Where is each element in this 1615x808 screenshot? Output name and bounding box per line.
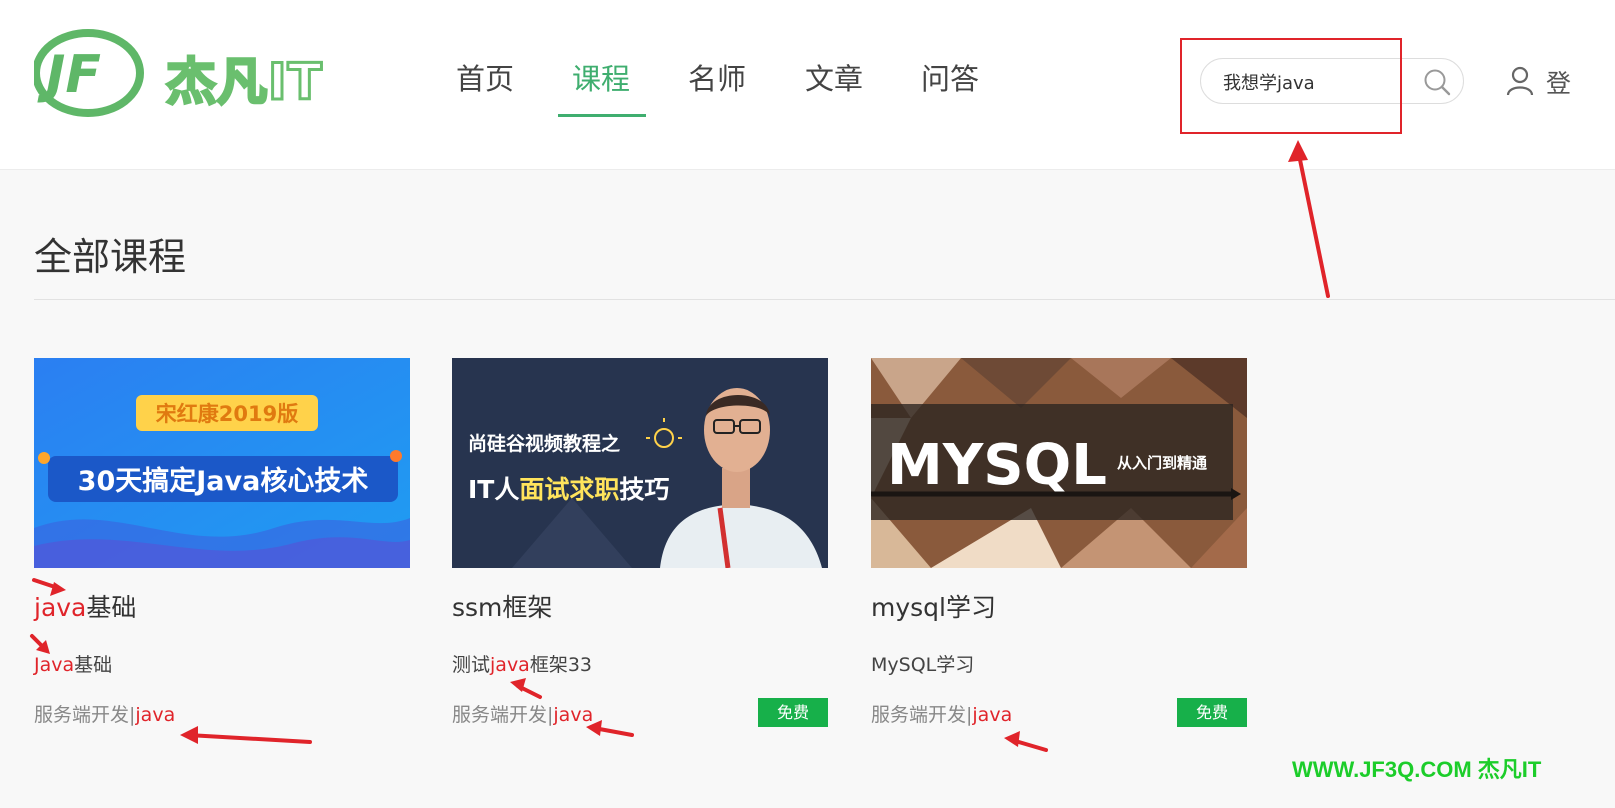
nav-articles[interactable]: 文章 bbox=[805, 58, 863, 100]
nav-active-indicator bbox=[558, 114, 646, 117]
cover-line-2: IT人面试求职技巧 bbox=[468, 475, 669, 504]
course-desc-prefix: 测试 bbox=[452, 654, 491, 676]
course-card[interactable]: 宋红康2019版 30天搞定Java核心技术 java基础 Java基础 服务端… bbox=[34, 358, 410, 738]
cover-headline: MYSQL bbox=[887, 433, 1107, 498]
course-category: 服务端开发|java bbox=[871, 700, 1012, 727]
course-desc-prefix: MySQL学习 bbox=[871, 654, 975, 676]
divider bbox=[34, 299, 1615, 300]
logo-mark-icon: JF bbox=[32, 29, 144, 117]
cover-badge-text: 宋红康2019版 bbox=[156, 402, 298, 426]
watermark: WWW.JF3Q.COM 杰凡IT bbox=[1292, 757, 1542, 782]
course-title[interactable]: ssm框架 bbox=[452, 588, 552, 624]
course-description: MySQL学习 bbox=[871, 650, 974, 677]
cover-subtitle: 从入门到精通 bbox=[1117, 454, 1207, 472]
course-desc-keyword: Java bbox=[34, 654, 75, 676]
page-title: 全部课程 bbox=[34, 235, 187, 279]
course-desc-rest: 基础 bbox=[74, 654, 113, 676]
course-cat-keyword: java bbox=[972, 704, 1013, 726]
nav-teachers[interactable]: 名师 bbox=[688, 58, 746, 100]
cover-line-1: 尚硅谷视频教程之 bbox=[468, 432, 620, 455]
arrow-to-category-3 bbox=[1010, 738, 1048, 752]
free-badge: 免费 bbox=[1177, 698, 1247, 727]
course-cat-prefix: 服务端开发| bbox=[452, 704, 554, 726]
course-title[interactable]: java基础 bbox=[34, 588, 136, 624]
nav-courses[interactable]: 课程 bbox=[572, 58, 630, 100]
course-cat-prefix: 服务端开发| bbox=[871, 704, 973, 726]
search-icon[interactable] bbox=[1423, 68, 1451, 96]
svg-text:JF: JF bbox=[37, 45, 101, 105]
course-title-rest: mysql学习 bbox=[871, 593, 996, 622]
nav-qa[interactable]: 问答 bbox=[921, 58, 979, 100]
course-cat-prefix: 服务端开发| bbox=[34, 704, 136, 726]
course-title[interactable]: mysql学习 bbox=[871, 588, 996, 624]
course-description: 测试java框架33 bbox=[452, 650, 592, 677]
course-cat-keyword: java bbox=[135, 704, 176, 726]
course-description: Java基础 bbox=[34, 650, 112, 677]
course-cover-image[interactable]: 尚硅谷视频教程之 IT人面试求职技巧 bbox=[452, 358, 828, 568]
course-card[interactable]: 尚硅谷视频教程之 IT人面试求职技巧 ssm框架 测试java框架33 服务端开… bbox=[452, 358, 828, 738]
course-cover-image[interactable]: MYSQL 从入门到精通 bbox=[871, 358, 1247, 568]
nav-home[interactable]: 首页 bbox=[456, 58, 514, 100]
logo-text: 杰凡IT bbox=[165, 52, 324, 113]
course-title-keyword: java bbox=[34, 593, 87, 622]
cover-headline: 30天搞定Java核心技术 bbox=[78, 465, 369, 497]
annotation-highlight-box bbox=[1180, 38, 1402, 134]
course-category: 服务端开发|java bbox=[34, 700, 175, 727]
course-desc-keyword: java bbox=[490, 654, 530, 676]
course-category: 服务端开发|java bbox=[452, 700, 593, 727]
course-cover-image[interactable]: 宋红康2019版 30天搞定Java核心技术 bbox=[34, 358, 410, 568]
site-logo[interactable]: JF 杰凡IT bbox=[32, 28, 334, 118]
free-badge: 免费 bbox=[758, 698, 828, 727]
course-cat-keyword: java bbox=[553, 704, 594, 726]
course-title-rest: 基础 bbox=[86, 593, 137, 622]
course-desc-rest: 框架33 bbox=[529, 654, 593, 676]
arrow-to-search bbox=[1296, 148, 1330, 298]
site-header: JF 杰凡IT 首页 课程 名师 文章 问答 我想学java 登 bbox=[0, 0, 1615, 170]
course-card[interactable]: MYSQL 从入门到精通 mysql学习 MySQL学习 服务端开发|java … bbox=[871, 358, 1247, 738]
course-title-rest: ssm框架 bbox=[452, 593, 553, 622]
login-link[interactable]: 登 bbox=[1546, 64, 1571, 100]
user-icon[interactable] bbox=[1506, 66, 1534, 96]
